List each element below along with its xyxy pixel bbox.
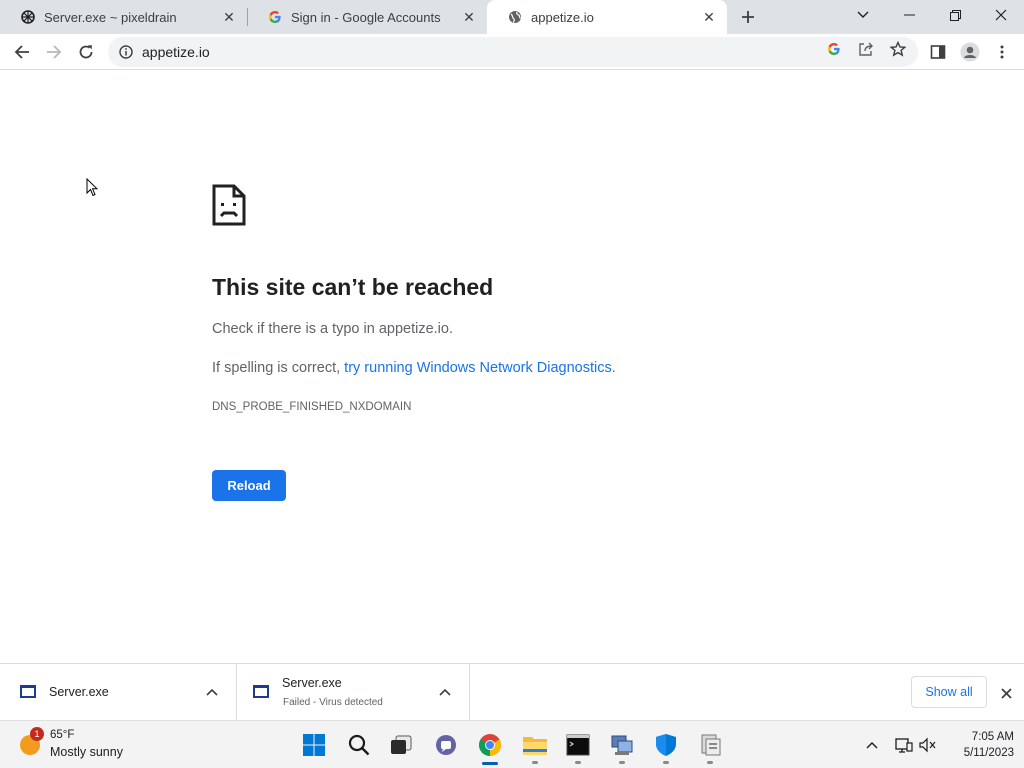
- error-hint-typo: Check if there is a typo in appetize.io.: [212, 321, 453, 337]
- task-view-icon[interactable]: [385, 729, 417, 761]
- sad-page-icon: [212, 184, 246, 231]
- terminal-icon[interactable]: [562, 729, 594, 761]
- address-text: appetize.io: [142, 44, 210, 60]
- side-panel-icon[interactable]: [924, 38, 952, 66]
- windows-security-icon[interactable]: [650, 729, 682, 761]
- download-filename: Server.exe: [49, 685, 109, 699]
- close-tab-icon[interactable]: ✕: [459, 7, 479, 27]
- network-computer-icon[interactable]: [606, 729, 638, 761]
- more-menu-icon[interactable]: [988, 38, 1016, 66]
- back-button[interactable]: [8, 38, 36, 66]
- google-lens-icon[interactable]: [822, 38, 846, 60]
- close-tab-icon[interactable]: ✕: [699, 7, 719, 27]
- volume-muted-icon[interactable]: [918, 735, 938, 755]
- error-title: This site can’t be reached: [212, 274, 494, 300]
- show-hidden-icons-chevron-icon[interactable]: [862, 735, 882, 755]
- network-diagnostics-link[interactable]: try running Windows Network Diagnostics: [344, 360, 612, 376]
- clock-date: 5/11/2023: [963, 747, 1014, 759]
- tab-appetize[interactable]: appetize.io ✕: [487, 0, 727, 34]
- windows-taskbar: 1 65°F Mostly sunny 7:05 AM 5/11/2023: [0, 720, 1024, 768]
- printer-app-icon[interactable]: [694, 729, 726, 761]
- running-app-indicator: [707, 761, 713, 764]
- reload-icon[interactable]: [72, 38, 100, 66]
- download-status: Failed - Virus detected: [283, 697, 383, 708]
- error-code: DNS_PROBE_FINISHED_NXDOMAIN: [212, 401, 412, 413]
- tab-google-accounts[interactable]: Sign in - Google Accounts ✕: [247, 0, 487, 34]
- address-bar[interactable]: appetize.io: [108, 37, 918, 67]
- close-download-bar-icon[interactable]: [996, 683, 1016, 703]
- weather-temperature: 65°F: [50, 729, 75, 741]
- browser-toolbar: appetize.io: [0, 34, 1024, 70]
- weather-condition: Mostly sunny: [50, 745, 123, 759]
- window-app-icon: [253, 685, 269, 698]
- clock-time: 7:05 AM: [971, 731, 1014, 743]
- running-app-indicator: [619, 761, 625, 764]
- tab-search-chevron-icon[interactable]: [840, 0, 886, 30]
- download-bar: Server.exe Server.exe Failed - Virus det…: [0, 663, 1024, 721]
- tab-strip: Server.exe ~ pixeldrain ✕ Sign in - Goog…: [0, 0, 1024, 34]
- page-content: This site can’t be reached Check if ther…: [0, 71, 1024, 663]
- system-clock[interactable]: 7:05 AM 5/11/2023: [948, 729, 1014, 761]
- tab-label: appetize.io: [531, 9, 594, 25]
- download-item-failed[interactable]: Server.exe Failed - Virus detected: [237, 664, 470, 721]
- forward-button[interactable]: [40, 38, 68, 66]
- weather-widget[interactable]: 1 65°F Mostly sunny: [18, 727, 148, 763]
- active-app-indicator: [482, 762, 498, 765]
- tab-pixeldrain[interactable]: Server.exe ~ pixeldrain ✕: [0, 0, 247, 34]
- chevron-up-icon[interactable]: [204, 684, 220, 700]
- profile-avatar-icon[interactable]: [956, 38, 984, 66]
- error-hint-suffix: .: [611, 360, 616, 376]
- tab-label: Sign in - Google Accounts: [291, 9, 441, 25]
- window-app-icon: [20, 685, 36, 698]
- show-all-downloads-button[interactable]: Show all: [911, 676, 987, 708]
- share-icon[interactable]: [854, 38, 878, 60]
- pixeldrain-icon: [20, 9, 36, 25]
- new-tab-button[interactable]: [736, 6, 760, 28]
- site-info-icon[interactable]: [118, 44, 134, 60]
- running-app-indicator: [663, 761, 669, 764]
- close-tab-icon[interactable]: ✕: [219, 7, 239, 27]
- google-icon: [267, 9, 283, 25]
- network-status-icon[interactable]: [894, 735, 914, 755]
- close-window-button[interactable]: [978, 0, 1024, 30]
- tab-label: Server.exe ~ pixeldrain: [44, 9, 177, 25]
- mouse-cursor-icon: [86, 177, 99, 202]
- file-explorer-icon[interactable]: [519, 729, 551, 761]
- download-filename: Server.exe: [282, 676, 342, 690]
- download-item[interactable]: Server.exe: [0, 664, 237, 721]
- running-app-indicator: [575, 761, 581, 764]
- chrome-icon[interactable]: [474, 729, 506, 761]
- chevron-up-icon[interactable]: [437, 684, 453, 700]
- teams-chat-icon[interactable]: [430, 729, 462, 761]
- globe-icon: [507, 9, 523, 25]
- search-icon[interactable]: [343, 729, 375, 761]
- restore-button[interactable]: [932, 0, 978, 30]
- bookmark-star-icon[interactable]: [886, 38, 910, 60]
- error-hint-prefix: If spelling is correct,: [212, 360, 345, 376]
- windows-start-icon[interactable]: [298, 729, 330, 761]
- reload-button[interactable]: Reload: [212, 470, 286, 501]
- notification-badge: 1: [30, 727, 44, 741]
- minimize-button[interactable]: [886, 0, 932, 30]
- running-app-indicator: [532, 761, 538, 764]
- error-hint-diagnostics: If spelling is correct, try running Wind…: [212, 360, 616, 376]
